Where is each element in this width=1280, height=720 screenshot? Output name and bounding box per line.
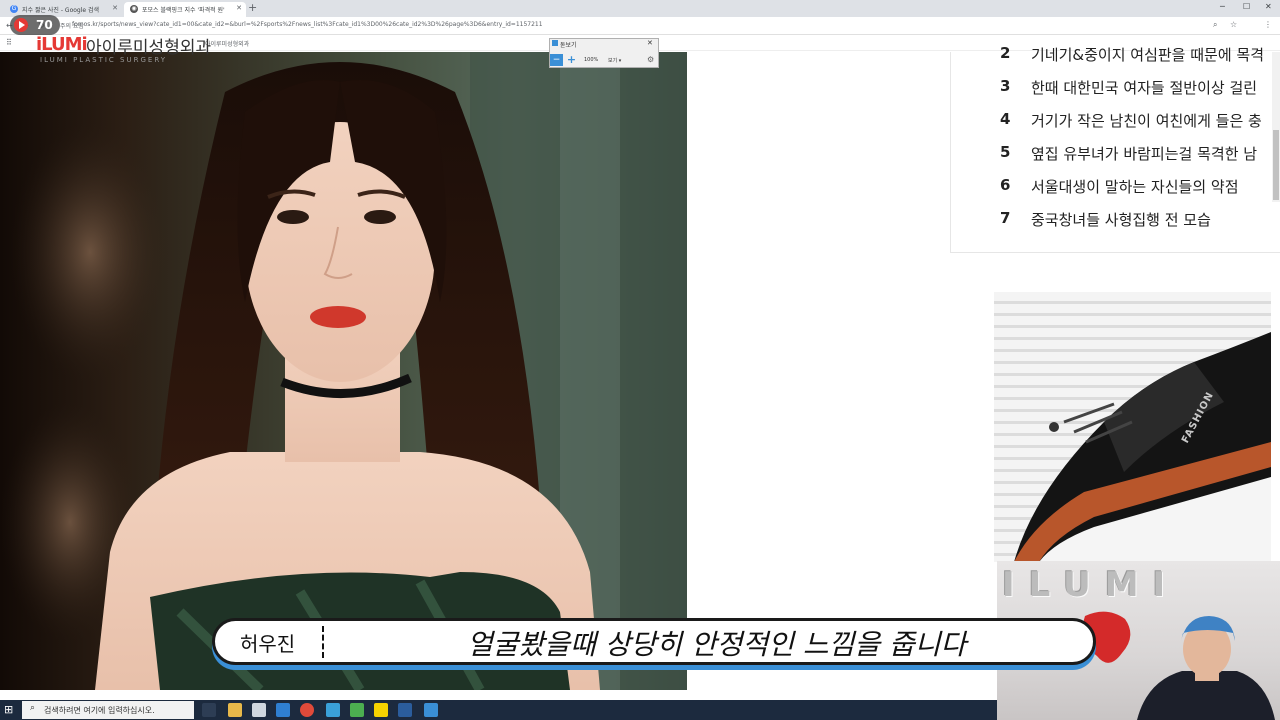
section-divider [950, 252, 1280, 253]
rank-number: 6 [1000, 176, 1011, 194]
clinic-name-english: ILUMI PLASTIC SURGERY [40, 56, 168, 64]
close-icon[interactable]: ✕ [647, 39, 653, 47]
apps-icon[interactable]: ⠿ [6, 38, 12, 47]
zoom-level: 100% [584, 57, 599, 63]
portrait-illustration [0, 52, 687, 690]
store-icon[interactable] [252, 703, 266, 717]
list-item[interactable]: 3 한때 대한민국 여자들 절반이상 걸린 [1000, 73, 1275, 105]
ilumi-logo: iLUMi [36, 34, 88, 55]
minimize-icon[interactable]: ─ [1220, 2, 1225, 11]
article-title[interactable]: 기네기&중이지 여심판을 때문에 목격 [1031, 44, 1264, 65]
rank-number: 5 [1000, 143, 1011, 161]
zoom-icon[interactable]: ⌕ [1213, 20, 1217, 30]
menu-icon[interactable]: ⋮ [1264, 20, 1272, 29]
article-title[interactable]: 거기가 작은 남친이 여친에게 들은 충 [1031, 110, 1262, 131]
google-icon: G [10, 5, 18, 13]
shoe-illustration [1014, 332, 1271, 562]
close-window-icon[interactable]: ✕ [1265, 2, 1272, 11]
list-item[interactable]: 6 서울대생이 말하는 자신들의 약점 [1000, 172, 1275, 204]
shoe-advertisement[interactable] [994, 292, 1271, 562]
tab-fomos-article[interactable]: ◉ 포모스 블랙핑크 지수 '파격적 원' ✕ [124, 2, 246, 17]
search-icon: ⌕ [30, 703, 36, 713]
tab-title: 지수 짧은 사진 - Google 검색 [22, 7, 100, 14]
magnifier-taskbar-icon[interactable] [424, 703, 438, 717]
taskbar-search-placeholder: 검색하려면 여기에 입력하십시오. [44, 706, 155, 715]
list-item[interactable]: 2 기네기&중이지 여심판을 때문에 목격 [1000, 40, 1275, 72]
scrollbar-thumb[interactable] [1273, 130, 1279, 200]
mail-icon[interactable] [276, 703, 290, 717]
rank-number: 4 [1000, 110, 1011, 128]
chrome-icon[interactable] [300, 703, 314, 717]
article-photo [0, 52, 687, 690]
url-field[interactable]: fomos.kr/sports/news_view?cate_id1=00&ca… [72, 21, 543, 28]
article-title[interactable]: 서울대생이 말하는 자신들의 약점 [1031, 176, 1239, 197]
magnifier-app-icon [552, 40, 558, 46]
close-icon[interactable]: ✕ [236, 4, 242, 12]
balloon-letters: ILUMI [1002, 565, 1180, 605]
star-icon[interactable]: ☆ [1230, 20, 1237, 29]
caption-separator [322, 626, 324, 658]
magnifier-title: 돋보기 [560, 42, 577, 49]
file-explorer-icon[interactable] [228, 703, 242, 717]
kakaotalk-icon[interactable] [374, 703, 388, 717]
gear-icon[interactable]: ⚙ [647, 55, 654, 64]
article-title[interactable]: 옆집 유부녀가 바람피는걸 목격한 남 [1031, 143, 1257, 164]
caption-text: 얼굴봤을때 상당히 안정적인 느낌을 줍니다 [467, 628, 967, 661]
maximize-icon[interactable]: ☐ [1243, 2, 1250, 11]
tab-title: 포모스 블랙핑크 지수 '파격적 원' [142, 7, 225, 14]
close-icon[interactable]: ✕ [112, 4, 118, 12]
new-tab-button[interactable]: + [248, 1, 257, 14]
zoom-in-icon[interactable]: + [565, 54, 578, 66]
globe-icon: ◉ [130, 5, 138, 13]
rank-number: 7 [1000, 209, 1011, 227]
list-item[interactable]: 4 거기가 작은 남친이 여친에게 들은 충 [1000, 106, 1275, 138]
app-icon-navy[interactable] [398, 703, 412, 717]
article-title[interactable]: 한때 대한민국 여자들 절반이상 걸린 [1031, 77, 1257, 98]
play-triangle [19, 21, 25, 29]
speaker-name: 허우진 [240, 632, 296, 656]
view-menu[interactable]: 보기 ▾ [608, 57, 621, 64]
clinic-name: 아이루미성형외과 [86, 38, 212, 58]
zoom-out-icon[interactable]: − [550, 54, 563, 66]
rank-number: 2 [1000, 44, 1011, 62]
app-icon-green[interactable] [350, 703, 364, 717]
view-count: 70 [36, 18, 53, 32]
bookmark-item[interactable]: 아이루미성형외과 [205, 39, 249, 48]
app-icon-blue[interactable] [326, 703, 340, 717]
article-title[interactable]: 중국창녀들 사형집행 전 모습 [1031, 209, 1211, 230]
windows-start-icon[interactable]: ⊞ [4, 703, 13, 716]
list-item[interactable]: 5 옆집 유부녀가 바람피는걸 목격한 남 [1000, 139, 1275, 171]
list-item[interactable]: 7 중국창녀들 사형집행 전 모습 [1000, 205, 1275, 237]
rank-number: 3 [1000, 77, 1011, 95]
task-view-icon[interactable] [202, 703, 216, 717]
sidebar-divider [950, 52, 951, 252]
